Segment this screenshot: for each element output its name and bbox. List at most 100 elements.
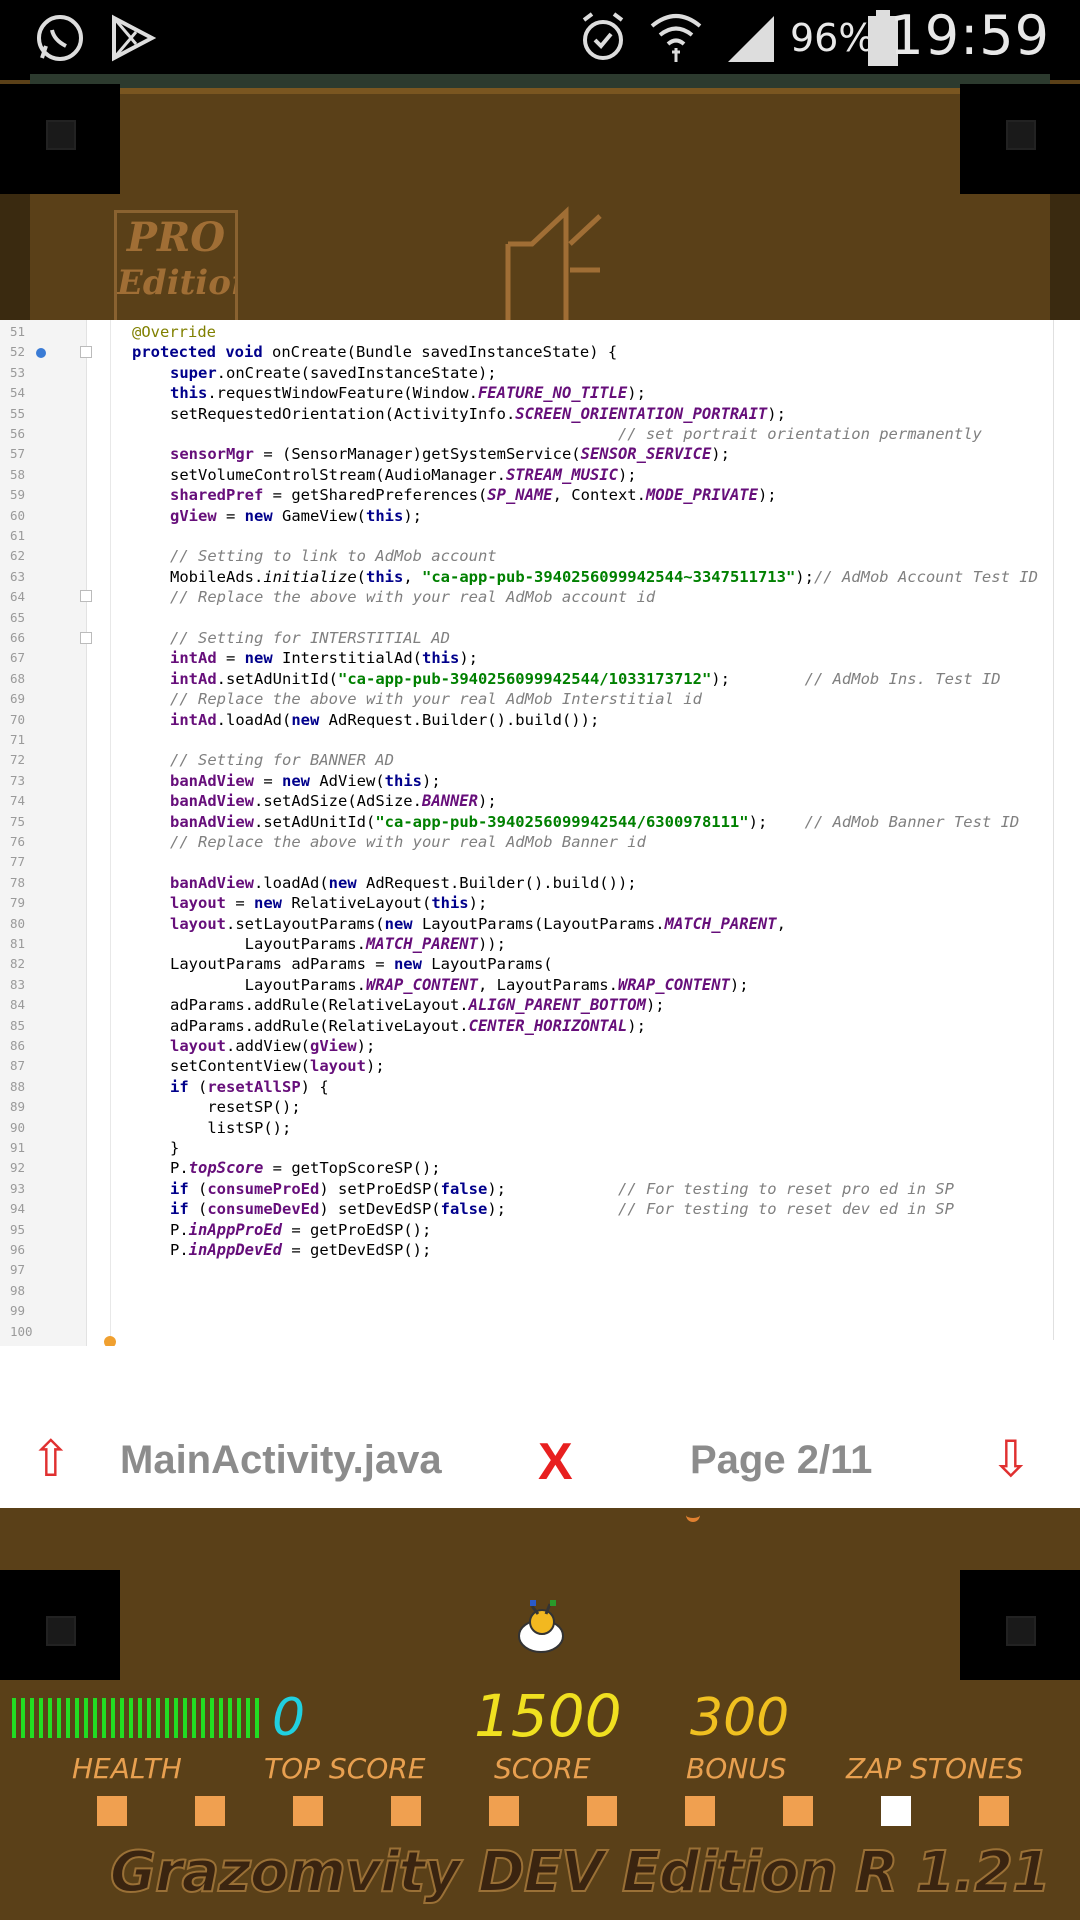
zap-stone	[195, 1796, 225, 1826]
speaker-icon[interactable]	[504, 204, 604, 320]
code-text: setVolumeControlStream(AudioManager.STRE…	[170, 465, 637, 484]
code-viewer[interactable]: 51 @Override 52 protected void onCreate(Bun…	[0, 320, 1080, 1346]
line-number: 61	[10, 528, 26, 543]
zap-stone-active	[881, 1796, 911, 1826]
code-line: 93 if (consumeProEd) setProEdSP(false); /…	[0, 1179, 1080, 1199]
health-bar	[12, 1698, 259, 1738]
zap-stone	[391, 1796, 421, 1826]
code-line: 92 P.topScore = getTopScoreSP();	[0, 1158, 1080, 1178]
line-number: 75	[10, 813, 26, 829]
line-number: 91	[10, 1140, 26, 1155]
line-number: 59	[10, 487, 26, 503]
code-text: // Replace the above with your real AdMo…	[170, 588, 656, 607]
code-line: 74 banAdView.setAdSize(AdSize.BANNER);	[0, 791, 1080, 811]
line-number: 98	[10, 1282, 26, 1298]
code-line: 62 // Setting to link to AdMob account	[0, 546, 1080, 566]
clock: 19:59	[889, 4, 1050, 67]
health-segment	[219, 1698, 223, 1738]
health-segment	[192, 1698, 196, 1738]
health-segment	[156, 1698, 160, 1738]
line-number: 94	[10, 1201, 26, 1217]
zap-stone	[97, 1796, 127, 1826]
up-arrow-icon[interactable]: ⇧	[30, 1430, 72, 1488]
health-segment	[201, 1698, 205, 1738]
health-segment	[39, 1698, 43, 1738]
health-segment	[93, 1698, 97, 1738]
code-text: protected void onCreate(Bundle savedInst…	[132, 343, 618, 362]
game-middle-band	[0, 1508, 1080, 1570]
code-line: 59 sharedPref = getSharedPreferences(SP_N…	[0, 485, 1080, 505]
code-line: 91}	[0, 1138, 1080, 1158]
code-text: if (consumeDevEd) setDevEdSP(false); // …	[170, 1200, 954, 1219]
code-text: setContentView(layout);	[170, 1057, 385, 1076]
code-line: 94 if (consumeDevEd) setDevEdSP(false); /…	[0, 1199, 1080, 1219]
bonus-value: 300	[690, 1688, 790, 1748]
line-number: 55	[10, 405, 26, 421]
code-line: 76 // Replace the above with your real Ad…	[0, 832, 1080, 852]
file-name-label: MainActivity.java	[120, 1438, 442, 1482]
corner-marker	[1006, 1616, 1036, 1646]
health-segment	[147, 1698, 151, 1738]
code-line: 79 layout = new RelativeLayout(this);	[0, 893, 1080, 913]
whatsapp-icon	[37, 15, 83, 61]
game-title: Grazomvity DEV Edition R 1.21	[109, 1839, 1052, 1906]
code-text: layout.addView(gView);	[170, 1037, 376, 1055]
pro-badge-line2: Edition	[117, 263, 235, 303]
code-line: 75 banAdView.setAdUnitId("ca-app-pub-3940…	[0, 812, 1080, 832]
line-number: 66	[10, 630, 26, 645]
pro-edition-badge[interactable]: PRO Edition	[114, 210, 238, 324]
wifi-icon	[650, 14, 702, 62]
code-line: 78 banAdView.loadAd(new AdRequest.Builder…	[0, 873, 1080, 893]
code-line: 98	[0, 1281, 1080, 1301]
code-line: 54 this.requestWindowFeature(Window.FEATU…	[0, 383, 1080, 403]
line-number: 82	[10, 956, 26, 972]
signal-icon	[728, 16, 774, 62]
code-text: resetSP();	[170, 1098, 301, 1117]
code-line: 77	[0, 852, 1080, 872]
line-number: 96	[10, 1242, 26, 1257]
code-line: 90 listSP();	[0, 1118, 1080, 1138]
line-number: 100	[10, 1323, 33, 1339]
player-character-icon	[518, 1600, 564, 1653]
health-segment	[57, 1698, 61, 1738]
code-text: intAd.loadAd(new AdRequest.Builder().bui…	[170, 710, 600, 729]
health-segment	[237, 1698, 241, 1738]
alarm-icon	[582, 12, 624, 60]
health-segment	[75, 1698, 79, 1738]
down-arrow-icon[interactable]: ⇩	[990, 1430, 1032, 1488]
close-button[interactable]: X	[538, 1432, 573, 1492]
line-number: 80	[10, 915, 26, 931]
code-line: 51 @Override	[0, 322, 1080, 342]
code-line: 73 banAdView = new AdView(this);	[0, 771, 1080, 791]
code-text: banAdView.setAdUnitId("ca-app-pub-394025…	[170, 812, 1020, 831]
page-indicator: Page 2/11	[690, 1438, 873, 1482]
zap-stone	[979, 1796, 1009, 1826]
code-text: intAd.setAdUnitId("ca-app-pub-3940256099…	[170, 669, 1001, 688]
corner-marker	[46, 1616, 76, 1646]
code-line: 95 P.inAppProEd = getProEdSP();	[0, 1220, 1080, 1240]
code-line: 70 intAd.loadAd(new AdRequest.Builder().b…	[0, 710, 1080, 730]
code-text: setRequestedOrientation(ActivityInfo.SCR…	[170, 404, 786, 423]
line-number: 54	[10, 385, 26, 401]
line-number: 88	[10, 1078, 26, 1094]
line-number: 53	[10, 364, 26, 380]
line-number: 74	[10, 793, 26, 809]
code-text: gView = new GameView(this);	[170, 506, 422, 525]
health-segment	[120, 1698, 124, 1738]
health-segment	[21, 1698, 25, 1738]
code-line: 97	[0, 1260, 1080, 1280]
code-text: layout.setLayoutParams(new LayoutParams(…	[170, 914, 786, 933]
line-number: 78	[10, 874, 26, 890]
health-segment	[165, 1698, 169, 1738]
health-segment	[12, 1698, 16, 1738]
code-text: LayoutParams adParams = new LayoutParams…	[170, 955, 553, 974]
line-number: 86	[10, 1038, 26, 1053]
code-text: this.requestWindowFeature(Window.FEATURE…	[170, 384, 646, 403]
code-text: LayoutParams.WRAP_CONTENT, LayoutParams.…	[170, 975, 749, 994]
code-text: }	[170, 1139, 180, 1157]
health-segment	[183, 1698, 187, 1738]
health-segment	[174, 1698, 178, 1738]
line-number: 77	[10, 854, 26, 870]
line-number: 72	[10, 752, 26, 768]
health-segment	[129, 1698, 133, 1738]
